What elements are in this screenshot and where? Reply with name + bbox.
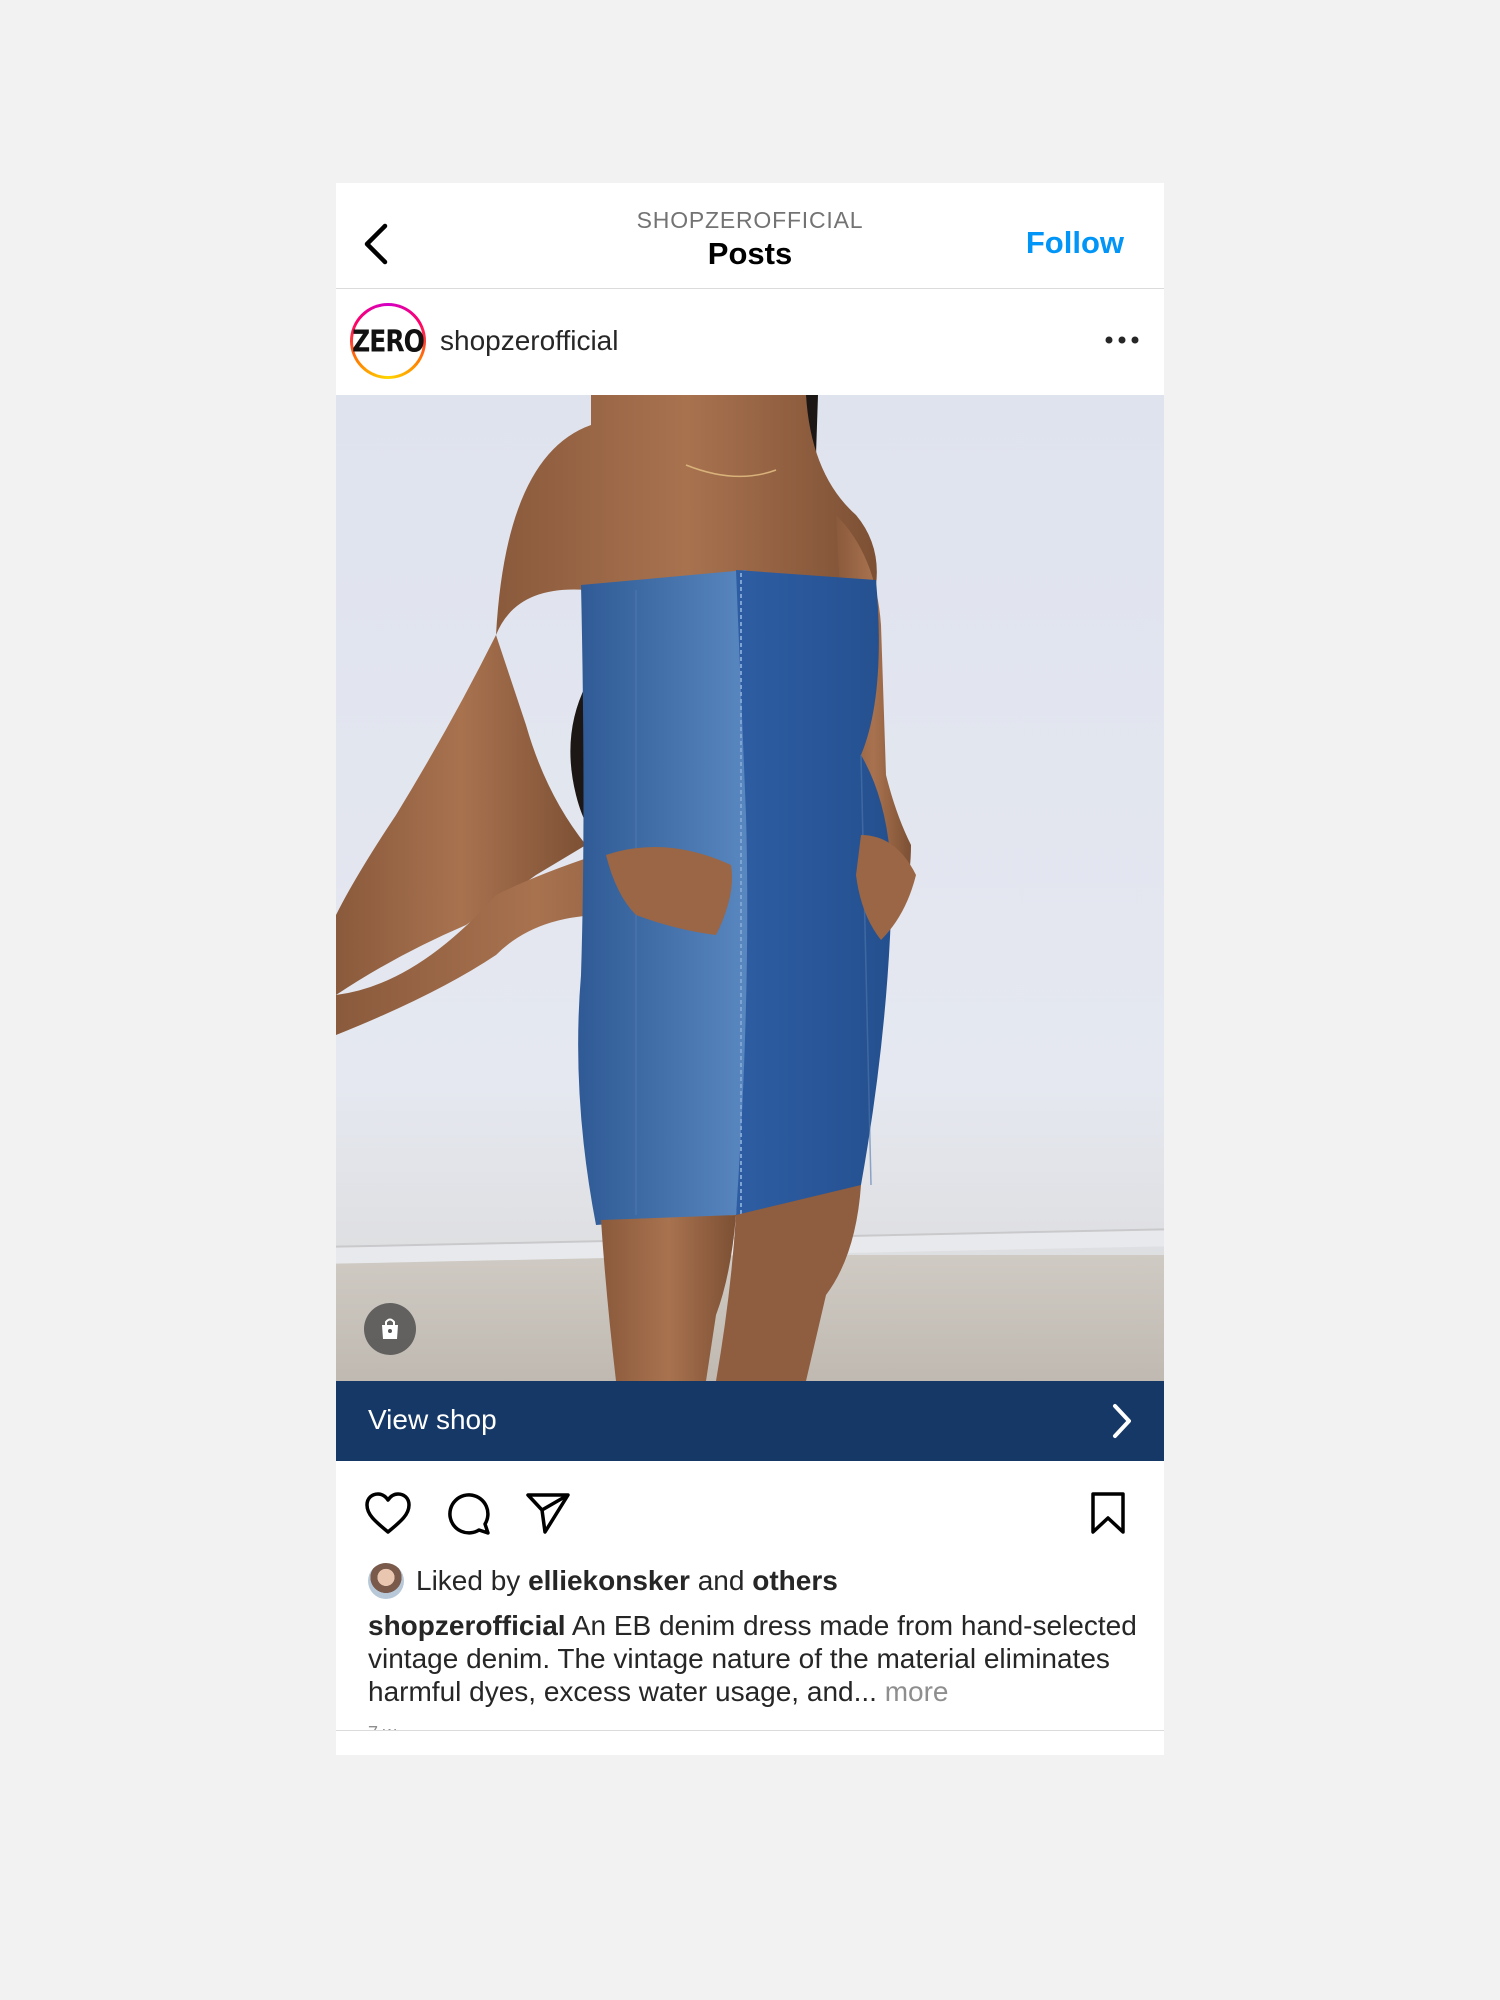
chevron-right-icon — [1113, 1404, 1131, 1438]
comment-icon — [448, 1493, 490, 1535]
account-label: SHOPZEROFFICIAL — [636, 207, 864, 233]
like-button[interactable] — [362, 1487, 414, 1539]
liker-username[interactable]: elliekonsker — [528, 1565, 690, 1597]
more-options-button[interactable] — [1102, 325, 1142, 355]
avatar[interactable]: ZERO — [350, 303, 426, 379]
more-dots-icon — [1105, 336, 1139, 344]
shopping-bag-icon — [382, 1318, 398, 1339]
likes-others-link[interactable]: others — [752, 1565, 838, 1597]
bookmark-icon — [1091, 1492, 1125, 1534]
header-title-group: SHOPZEROFFICIAL Posts — [536, 207, 964, 272]
photo-figure — [336, 395, 916, 1381]
top-bar: SHOPZEROFFICIAL Posts Follow — [336, 183, 1164, 289]
view-shop-bar[interactable]: View shop — [336, 1381, 1164, 1461]
action-bar — [336, 1461, 1164, 1561]
back-button[interactable] — [356, 221, 396, 267]
post-screen: SHOPZEROFFICIAL Posts Follow ZERO shopze… — [336, 183, 1164, 1755]
back-chevron-icon — [364, 223, 388, 265]
share-button[interactable] — [522, 1487, 574, 1539]
post-photo[interactable] — [336, 395, 1164, 1381]
post-username[interactable]: shopzerofficial — [440, 325, 618, 357]
divider — [336, 1730, 1164, 1731]
post-header: ZERO shopzerofficial — [336, 289, 1164, 395]
heart-icon — [365, 1492, 411, 1534]
post-caption: shopzerofficial An EB denim dress made f… — [368, 1609, 1138, 1708]
product-tag-button[interactable] — [364, 1303, 416, 1355]
liker-avatar[interactable] — [368, 1563, 404, 1599]
page-title: Posts — [707, 236, 793, 271]
likes-prefix: Liked by — [416, 1565, 521, 1596]
avatar-inner: ZERO — [352, 306, 425, 376]
caption-more-link[interactable]: more — [885, 1676, 949, 1707]
share-icon — [526, 1493, 570, 1534]
likes-joiner: and — [697, 1565, 745, 1596]
view-shop-label: View shop — [368, 1404, 497, 1435]
likes-summary: Liked by elliekonsker and others — [368, 1561, 838, 1601]
comment-button[interactable] — [442, 1487, 494, 1539]
avatar-logo-text: ZERO — [352, 323, 425, 359]
follow-button[interactable]: Follow — [1026, 225, 1124, 261]
caption-username[interactable]: shopzerofficial — [368, 1610, 566, 1641]
save-button[interactable] — [1082, 1487, 1134, 1539]
